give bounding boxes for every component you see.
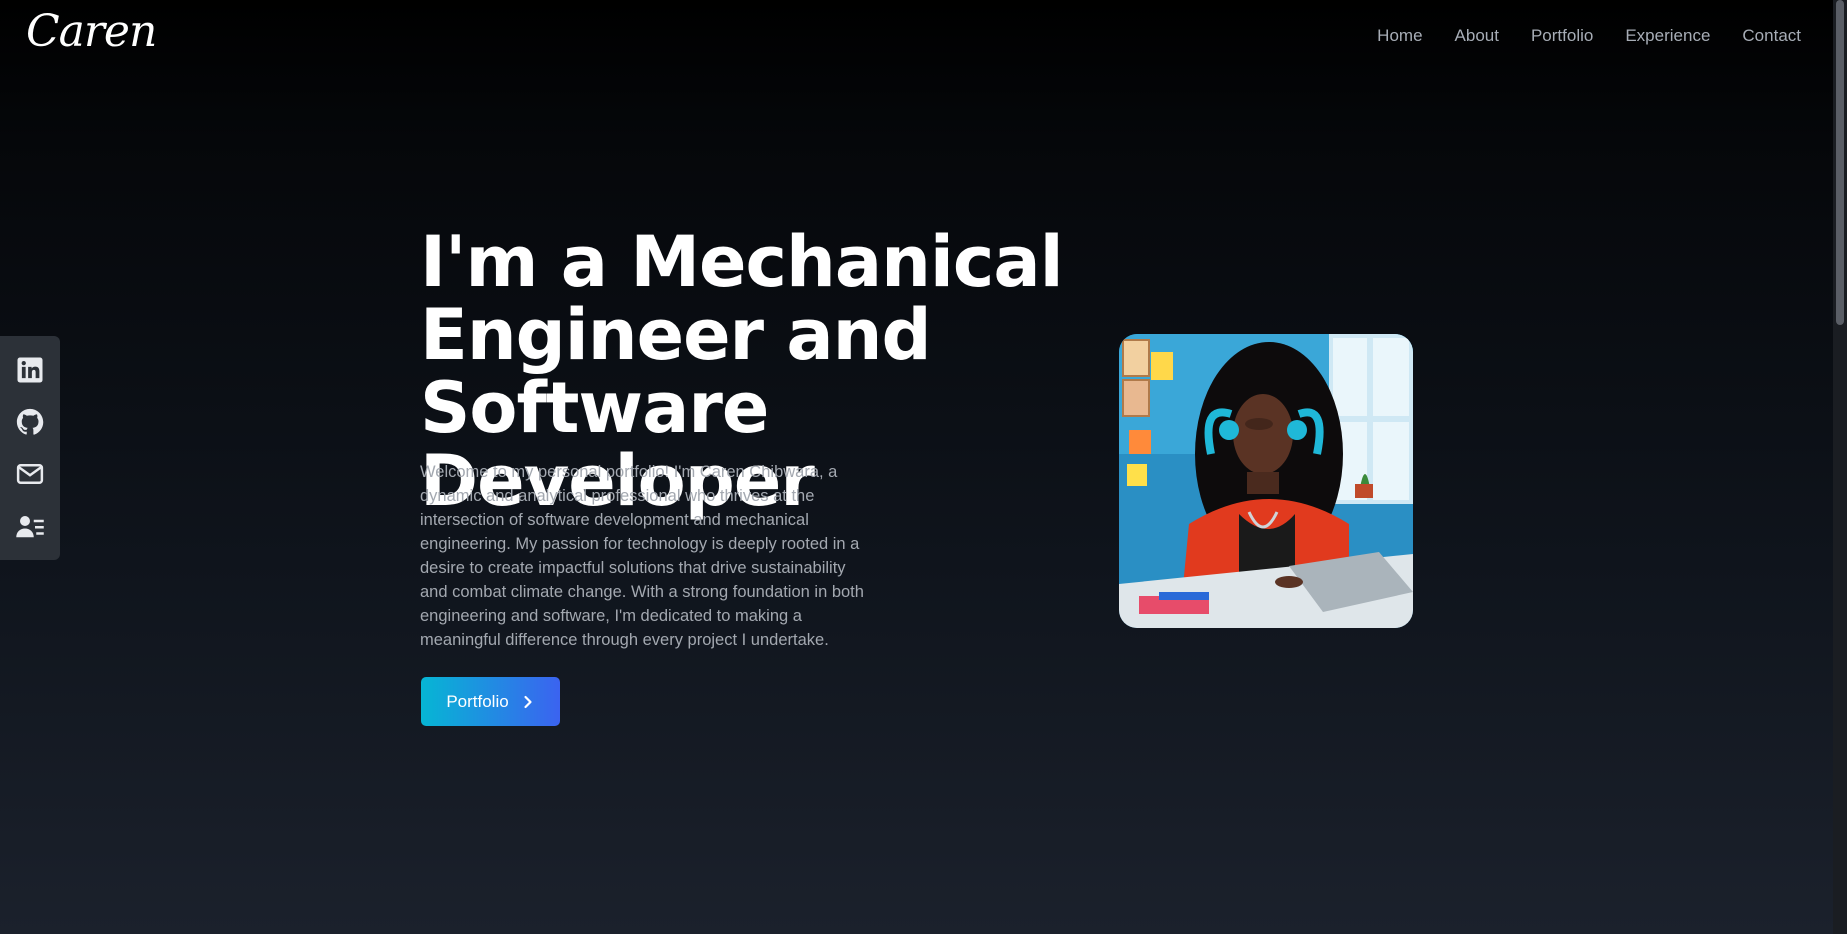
page-scrollbar[interactable] [1833, 0, 1847, 934]
scrollbar-thumb[interactable] [1836, 0, 1844, 325]
chevron-right-icon [524, 695, 532, 708]
portfolio-button[interactable]: Portfolio [421, 677, 560, 726]
portfolio-button-label: Portfolio [446, 691, 509, 711]
site-logo[interactable]: Caren [26, 6, 157, 57]
mail-icon [16, 464, 44, 484]
github-link[interactable] [13, 405, 47, 439]
nav-portfolio[interactable]: Portfolio [1531, 26, 1593, 46]
linkedin-icon [17, 357, 43, 383]
hero-illustration [1119, 334, 1413, 628]
hero-description: Welcome to my personal portfolio! I'm Ca… [420, 463, 864, 649]
github-icon [16, 408, 44, 435]
hero-title-line: Engineer and [420, 294, 932, 376]
social-sidebar [0, 336, 60, 560]
nav-home[interactable]: Home [1377, 26, 1422, 46]
email-link[interactable] [13, 457, 47, 491]
nav-experience[interactable]: Experience [1625, 26, 1710, 46]
resume-icon [16, 516, 44, 538]
nav-about[interactable]: About [1455, 26, 1499, 46]
main-nav: Home About Portfolio Experience Contact [1377, 26, 1801, 46]
linkedin-link[interactable] [13, 353, 47, 387]
hero-title-line: I'm a Mechanical [420, 221, 1064, 303]
nav-contact[interactable]: Contact [1742, 26, 1801, 46]
resume-link[interactable] [13, 509, 47, 543]
